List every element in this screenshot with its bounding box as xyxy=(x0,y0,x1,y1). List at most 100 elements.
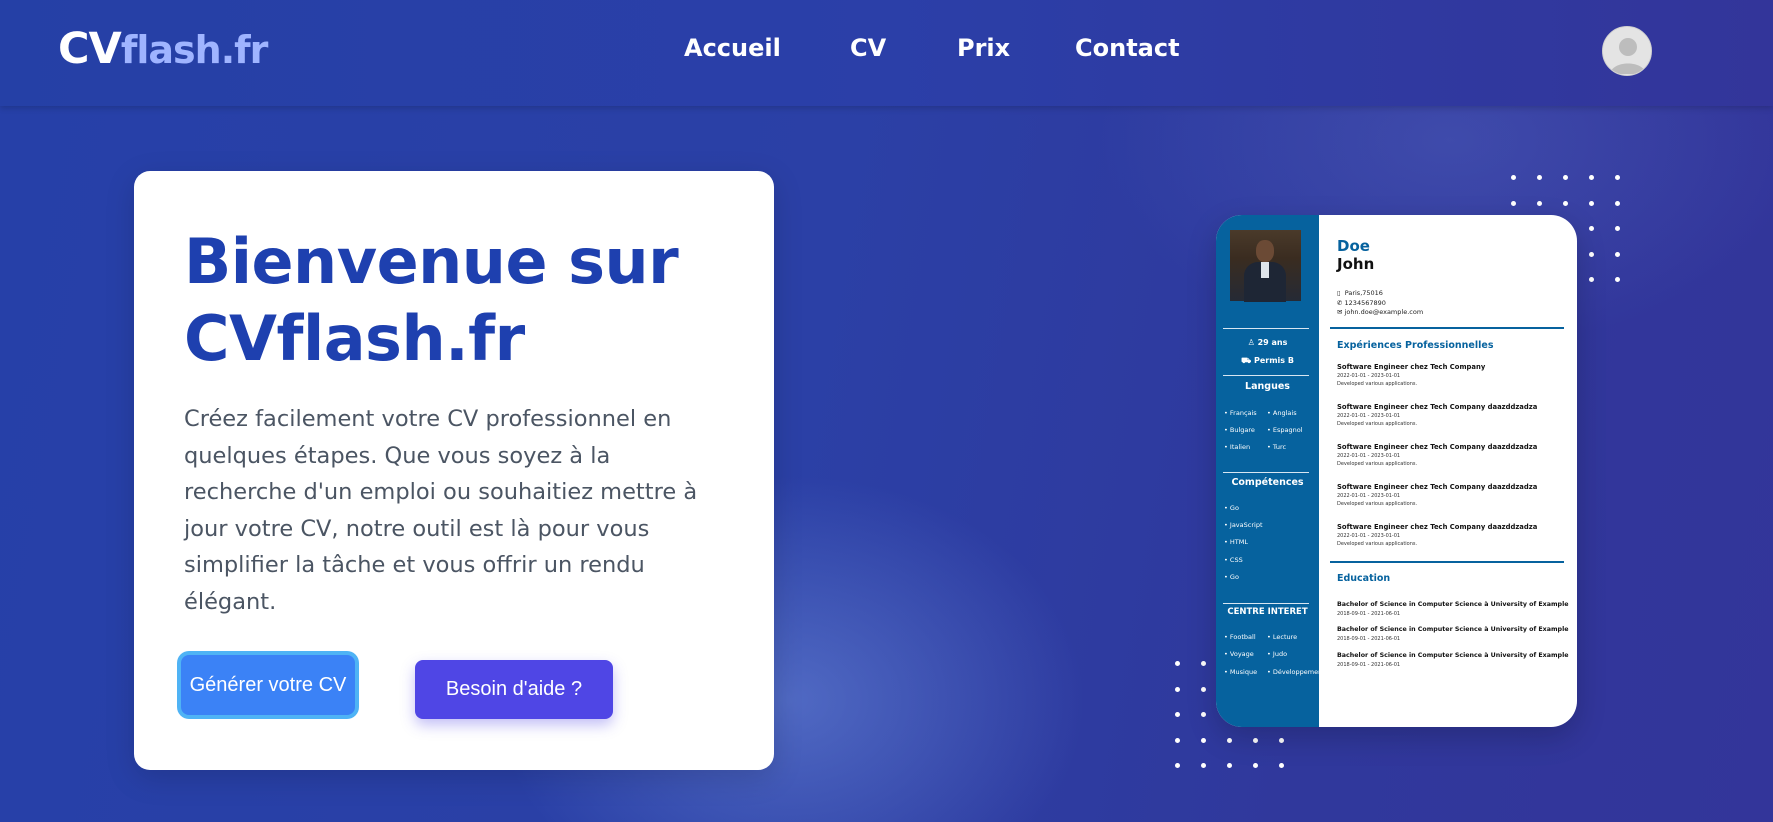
decorative-dot xyxy=(1511,200,1516,206)
decorative-dot xyxy=(1201,737,1206,743)
cv-interest-item: • Musique xyxy=(1224,668,1258,676)
nav-link-contact[interactable]: Contact xyxy=(1075,34,1180,62)
site-logo[interactable]: CVflash.fr xyxy=(58,24,269,74)
cv-interest-item: • Voyage xyxy=(1224,650,1254,658)
decorative-dot xyxy=(1589,200,1594,206)
cv-education-dates: 2018-09-01 - 2021-06-01 xyxy=(1337,662,1401,668)
decorative-dot xyxy=(1253,763,1258,768)
cv-education-dates: 2018-09-01 - 2021-06-01 xyxy=(1337,611,1401,617)
decorative-dot xyxy=(1589,226,1594,231)
cv-interest-item: • Développement xyxy=(1267,668,1325,676)
cv-education-title: Education xyxy=(1337,573,1391,584)
car-icon: ⛟ xyxy=(1241,356,1252,365)
cv-age: ♙ 29 ans xyxy=(1247,338,1288,347)
top-navbar: CVflash.fr Accueil CV Prix Contact xyxy=(0,0,1773,106)
cake-icon: ♙ xyxy=(1247,338,1255,347)
cv-experience-dates: 2022-01-01 - 2023-01-01 xyxy=(1337,493,1401,499)
nav-link-cv[interactable]: CV xyxy=(850,34,886,62)
decorative-dot xyxy=(1563,175,1568,180)
decorative-dot xyxy=(1227,737,1232,743)
hero-title: Bienvenue sur CVflash.fr xyxy=(184,225,679,375)
decorative-dot xyxy=(1175,763,1180,768)
cv-experience-desc: Developed various applications. xyxy=(1337,381,1418,387)
generate-cv-button[interactable]: Générer votre CV xyxy=(181,655,355,715)
cv-profile-photo xyxy=(1230,230,1301,302)
decorative-dot xyxy=(1615,226,1620,231)
cv-experience-title-item: Software Engineer chez Tech Company daaz… xyxy=(1337,523,1538,531)
logo-main-text: CV xyxy=(58,24,122,74)
cv-language-item: • Bulgare xyxy=(1224,426,1255,434)
cv-skill-item: • HTML xyxy=(1224,538,1248,546)
phone-icon: ✆ xyxy=(1337,299,1343,307)
cv-education-item: Bachelor of Science in Computer Science … xyxy=(1337,601,1569,608)
decorative-dot xyxy=(1589,175,1594,180)
location-icon: ▯ xyxy=(1337,289,1341,297)
decorative-dot xyxy=(1563,200,1568,206)
hero-card: Bienvenue sur CVflash.fr Créez facilemen… xyxy=(134,171,774,770)
cv-education-dates: 2018-09-01 - 2021-06-01 xyxy=(1337,636,1401,642)
cv-address: ▯ Paris,75016 xyxy=(1337,289,1383,297)
email-icon: ✉ xyxy=(1337,308,1343,316)
cv-language-item: • Turc xyxy=(1267,443,1287,451)
decorative-dot xyxy=(1615,200,1620,206)
hero-description: Créez facilement votre CV professionnel … xyxy=(184,406,698,615)
cv-first-name: Doe xyxy=(1337,237,1370,255)
cv-skill-item: • Go xyxy=(1224,504,1239,512)
decorative-dot xyxy=(1615,277,1620,282)
cv-interests-title: CENTRE INTERET xyxy=(1227,607,1308,617)
cv-experience-dates: 2022-01-01 - 2023-01-01 xyxy=(1337,413,1401,419)
decorative-dot xyxy=(1615,251,1620,257)
cv-experience-title: Expériences Professionnelles xyxy=(1337,340,1494,351)
cv-education-item: Bachelor of Science in Computer Science … xyxy=(1337,652,1569,659)
decorative-dot xyxy=(1589,251,1594,257)
decorative-dot xyxy=(1175,686,1180,692)
nav-link-accueil[interactable]: Accueil xyxy=(684,34,781,62)
cv-skill-item: • JavaScript xyxy=(1224,521,1263,529)
cv-experience-title-item: Software Engineer chez Tech Company xyxy=(1337,363,1486,371)
logo-sub-text: flash.fr xyxy=(120,28,269,72)
decorative-dot xyxy=(1589,277,1594,282)
cv-interest-item: • Lecture xyxy=(1267,633,1298,641)
decorative-dot xyxy=(1201,686,1206,692)
cv-language-item: • Espagnol xyxy=(1267,426,1303,434)
decorative-dot xyxy=(1537,200,1542,206)
cv-language-item: • Français xyxy=(1224,409,1257,417)
cv-interest-item: • Judo xyxy=(1267,650,1288,658)
cv-experience-dates: 2022-01-01 - 2023-01-01 xyxy=(1337,453,1401,459)
help-button[interactable]: Besoin d'aide ? xyxy=(415,660,613,719)
cv-experience-dates: 2022-01-01 - 2023-01-01 xyxy=(1337,533,1401,539)
cv-experience-title-item: Software Engineer chez Tech Company daaz… xyxy=(1337,483,1538,491)
cv-skill-item: • CSS xyxy=(1224,556,1243,564)
cv-skill-item: • Go xyxy=(1224,573,1239,581)
cv-languages-title: Langues xyxy=(1245,381,1290,392)
decorative-dot xyxy=(1279,763,1284,768)
cv-experience-desc: Developed various applications. xyxy=(1337,541,1418,547)
decorative-dot xyxy=(1201,763,1206,768)
decorative-dot xyxy=(1175,737,1180,743)
cv-skills-title: Compétences xyxy=(1231,477,1304,488)
decorative-dot xyxy=(1537,175,1542,180)
decorative-dot xyxy=(1201,661,1206,666)
decorative-dot xyxy=(1175,661,1180,666)
cv-interest-item: • Football xyxy=(1224,633,1256,641)
cv-experience-desc: Developed various applications. xyxy=(1337,421,1418,427)
cv-main-content: Doe John ▯ Paris,75016 ✆ 1234567890 ✉ jo… xyxy=(1319,215,1577,727)
cv-last-name: John xyxy=(1337,255,1375,273)
cv-preview: ♙ 29 ans ⛟ Permis B Langues • Français •… xyxy=(1216,215,1577,727)
nav-link-prix[interactable]: Prix xyxy=(957,34,1010,62)
cv-language-item: • Anglais xyxy=(1267,409,1297,417)
decorative-dot xyxy=(1511,175,1516,180)
cv-license: ⛟ Permis B xyxy=(1241,356,1294,365)
decorative-dot xyxy=(1253,737,1258,743)
decorative-dot xyxy=(1279,737,1284,743)
cv-experience-desc: Developed various applications. xyxy=(1337,461,1418,467)
decorative-dot xyxy=(1175,712,1180,717)
cv-email: ✉ john.doe@example.com xyxy=(1337,308,1424,316)
decorative-dot xyxy=(1201,712,1206,717)
user-avatar-icon[interactable] xyxy=(1602,26,1652,76)
cv-phone: ✆ 1234567890 xyxy=(1337,299,1386,307)
cv-language-item: • Italien xyxy=(1224,443,1251,451)
decorative-dot xyxy=(1615,175,1620,180)
cv-experience-title-item: Software Engineer chez Tech Company daaz… xyxy=(1337,443,1538,451)
cv-education-item: Bachelor of Science in Computer Science … xyxy=(1337,626,1569,633)
